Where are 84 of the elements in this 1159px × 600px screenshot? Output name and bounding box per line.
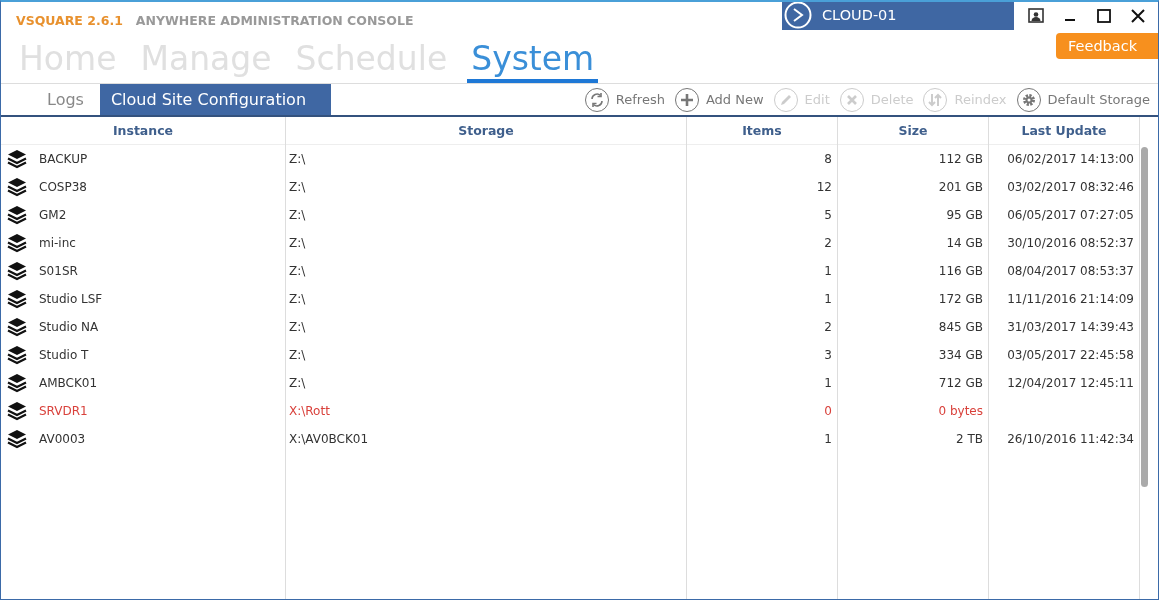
table-cell: S01SR [39,264,78,278]
layers-icon [6,176,28,198]
column-header[interactable]: Last Update [989,117,1139,145]
table-cell: 1 [824,432,832,446]
table-cell: 5 [824,208,832,222]
add-button[interactable]: Add New [674,87,764,112]
column-header[interactable]: Storage [286,117,686,145]
column-header[interactable]: Size [838,117,988,145]
table-cell: 06/05/2017 07:27:05 [1007,208,1134,222]
layers-icon [6,232,28,254]
table-cell: 03/05/2017 22:45:58 [1007,348,1134,362]
layers-icon [6,316,28,338]
table-cell: 2 [824,236,832,250]
table-cell: 30/10/2016 08:52:37 [1007,236,1134,250]
table-cell: mi-inc [39,236,76,250]
table-cell: AV0003 [39,432,86,446]
table-cell: Z:\ [289,348,306,362]
table-cell: 95 GB [946,208,983,222]
table-cell: 0 bytes [938,404,983,418]
table-cell: 11/11/2016 21:14:09 [1007,292,1134,306]
table-cell: 1 [824,264,832,278]
app-subtitle: ANYWHERE ADMINISTRATION CONSOLE [134,12,415,28]
table-cell: Z:\ [289,152,306,166]
table-cell: 172 GB [938,292,983,306]
table-cell: Z:\ [289,292,306,306]
table-cell: SRVDR1 [39,404,88,418]
table-cell: Studio LSF [39,292,103,306]
maximize-icon[interactable] [1094,6,1114,26]
table-cell: Z:\ [289,264,306,278]
table-cell: 8 [824,152,832,166]
app-name: VSQUARE 2.6.1 [15,12,123,28]
table-cell: X:\AV0BCK01 [289,432,369,446]
table-cell: Studio T [39,348,89,362]
table-cell: X:\Rott [289,404,330,418]
layers-icon [6,204,28,226]
user-icon[interactable] [1026,6,1046,26]
table-cell: 08/04/2017 08:53:37 [1007,264,1134,278]
table-cell: 26/10/2016 11:42:34 [1007,432,1134,446]
table-cell: BACKUP [39,152,88,166]
table-cell: 12/04/2017 12:45:11 [1007,376,1134,390]
nav-tab[interactable]: System [467,38,599,83]
table-cell: 845 GB [938,320,983,334]
table-cell: 1 [824,376,832,390]
settings-button[interactable]: Default Storage [1016,87,1150,112]
table-cell: 06/02/2017 14:13:00 [1007,152,1134,166]
table-cell: Z:\ [289,320,306,334]
table-cell: 2 TB [956,432,983,446]
table-cell: Z:\ [289,236,306,250]
sub-tab[interactable]: Logs [31,84,100,115]
table-cell: 0 [824,404,832,418]
table-cell: 712 GB [938,376,983,390]
table-cell: 112 GB [938,152,983,166]
table-cell: 201 GB [938,180,983,194]
table-cell: Z:\ [289,376,306,390]
table-cell: 116 GB [938,264,983,278]
table-cell: Z:\ [289,180,306,194]
feedback-button[interactable]: Feedback [1056,33,1158,59]
table-cell: Z:\ [289,208,306,222]
server-name: CLOUD-01 [822,7,897,23]
layers-icon [6,428,28,450]
column-header[interactable]: Instance [1,117,285,145]
table-cell: Studio NA [39,320,99,334]
layers-icon [6,288,28,310]
table-cell: COSP38 [39,180,87,194]
layers-icon [6,372,28,394]
layers-icon [6,344,28,366]
table-cell: 1 [824,292,832,306]
table-cell: 12 [816,180,832,194]
table-cell: 03/02/2017 08:32:46 [1007,180,1134,194]
table-cell: 14 GB [946,236,983,250]
server-banner[interactable]: CLOUD-01 [782,2,1014,30]
layers-icon [6,260,28,282]
scrollbar-thumb[interactable] [1141,147,1148,487]
table-cell: GM2 [39,208,67,222]
table-cell: 2 [824,320,832,334]
layers-icon [6,400,28,422]
refresh-button[interactable]: Refresh [584,87,665,112]
layers-icon [6,148,28,170]
column-header[interactable]: Items [687,117,837,145]
table-cell: 3 [824,348,832,362]
table-cell: AMBCK01 [39,376,98,390]
table-cell: 31/03/2017 14:39:43 [1007,320,1134,334]
table-cell: 334 GB [938,348,983,362]
sub-tab[interactable]: Cloud Site Configuration [99,84,331,115]
